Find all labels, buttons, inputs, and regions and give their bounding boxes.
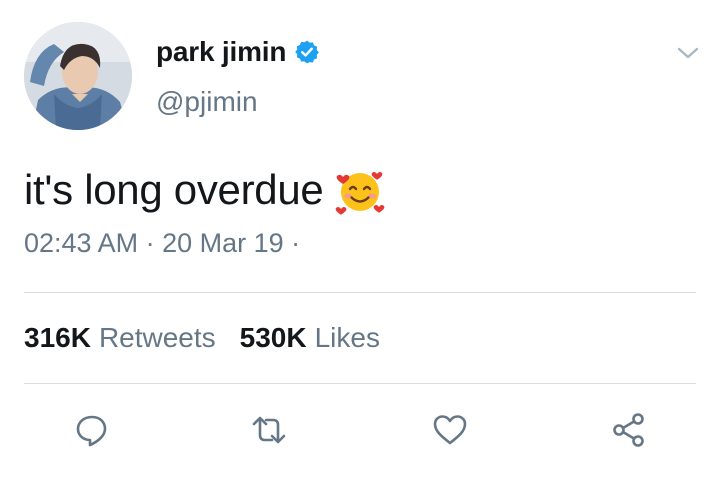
like-button[interactable] <box>430 410 470 450</box>
share-icon <box>613 413 644 447</box>
user-handle[interactable]: @pjimin <box>156 86 258 118</box>
tweet-stats: 316K Retweets 530K Likes <box>24 322 404 354</box>
divider <box>24 292 696 293</box>
tweet-timestamp[interactable]: 02:43 AM · 20 Mar 19 · <box>24 228 300 259</box>
divider <box>24 383 696 384</box>
verified-badge-icon <box>295 40 320 64</box>
avatar-photo <box>24 22 132 130</box>
likes-stat[interactable]: 530K Likes <box>240 322 380 354</box>
retweets-stat[interactable]: 316K Retweets <box>24 322 216 354</box>
share-button[interactable] <box>609 410 649 450</box>
retweets-label: Retweets <box>98 322 216 353</box>
retweet-button[interactable] <box>249 410 289 450</box>
tweet-text: it's long overdue <box>24 165 385 215</box>
name-row: park jimin <box>156 36 320 68</box>
heart-icon <box>433 415 467 445</box>
retweets-count: 316K <box>24 322 91 353</box>
smiling-face-with-hearts-icon <box>336 171 385 215</box>
avatar[interactable] <box>24 22 132 130</box>
likes-label: Likes <box>314 322 380 353</box>
tweet-body: it's long overdue <box>24 166 324 213</box>
retweet-icon <box>252 416 286 444</box>
display-name[interactable]: park jimin <box>156 36 286 68</box>
chevron-down-icon[interactable] <box>674 42 702 64</box>
reply-button[interactable] <box>72 410 112 450</box>
likes-count: 530K <box>239 322 307 353</box>
reply-icon <box>76 415 107 447</box>
